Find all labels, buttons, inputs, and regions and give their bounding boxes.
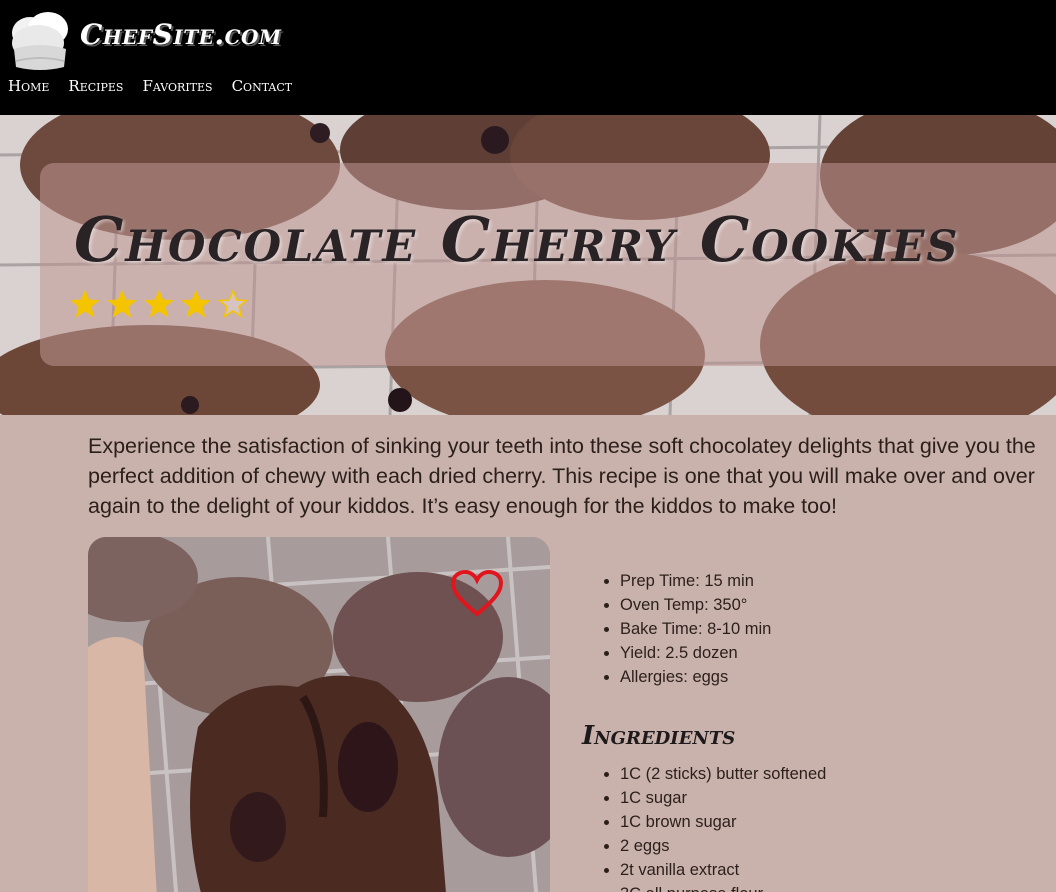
detail-prep-time: Prep Time: 15 min bbox=[620, 569, 771, 593]
nav-contact[interactable]: Contact bbox=[232, 77, 293, 95]
ingredient-item: 2t vanilla extract bbox=[620, 858, 826, 882]
ingredients-heading: Ingredients bbox=[582, 721, 736, 751]
hero-title-panel: Chocolate Cherry Cookies bbox=[40, 163, 1056, 366]
ingredient-item: 1C (2 sticks) butter softened bbox=[620, 762, 826, 786]
star-filled-icon[interactable] bbox=[107, 289, 137, 319]
recipe-title: Chocolate Cherry Cookies bbox=[74, 203, 960, 276]
star-filled-icon[interactable] bbox=[181, 289, 211, 319]
ingredient-item: 3C all purpose flour bbox=[620, 882, 826, 892]
detail-allergies: Allergies: eggs bbox=[620, 665, 771, 689]
nav-home[interactable]: Home bbox=[8, 77, 49, 95]
ingredients-list: 1C (2 sticks) butter softened 1C sugar 1… bbox=[600, 762, 826, 892]
chef-hat-icon[interactable] bbox=[8, 11, 72, 73]
recipe-hero: Chocolate Cherry Cookies bbox=[0, 115, 1056, 415]
detail-yield: Yield: 2.5 dozen bbox=[620, 641, 771, 665]
star-filled-icon[interactable] bbox=[70, 289, 100, 319]
ingredient-item: 1C sugar bbox=[620, 786, 826, 810]
detail-bake-time: Bake Time: 8-10 min bbox=[620, 617, 771, 641]
main-nav: Home Recipes Favorites Contact bbox=[8, 77, 292, 95]
nav-favorites[interactable]: Favorites bbox=[142, 77, 212, 95]
star-rating[interactable] bbox=[70, 289, 248, 319]
ingredient-item: 2 eggs bbox=[620, 834, 826, 858]
detail-oven-temp: Oven Temp: 350° bbox=[620, 593, 771, 617]
site-name[interactable]: ChefSite.com bbox=[80, 18, 282, 51]
recipe-intro: Experience the satisfaction of sinking y… bbox=[88, 434, 1036, 518]
star-filled-icon[interactable] bbox=[144, 289, 174, 319]
star-empty-icon[interactable] bbox=[218, 289, 248, 319]
heart-icon[interactable] bbox=[450, 570, 504, 618]
recipe-details-list: Prep Time: 15 min Oven Temp: 350° Bake T… bbox=[600, 569, 771, 689]
nav-recipes[interactable]: Recipes bbox=[68, 77, 123, 95]
site-header: ChefSite.com Home Recipes Favorites Cont… bbox=[0, 0, 1056, 115]
ingredient-item: 1C brown sugar bbox=[620, 810, 826, 834]
